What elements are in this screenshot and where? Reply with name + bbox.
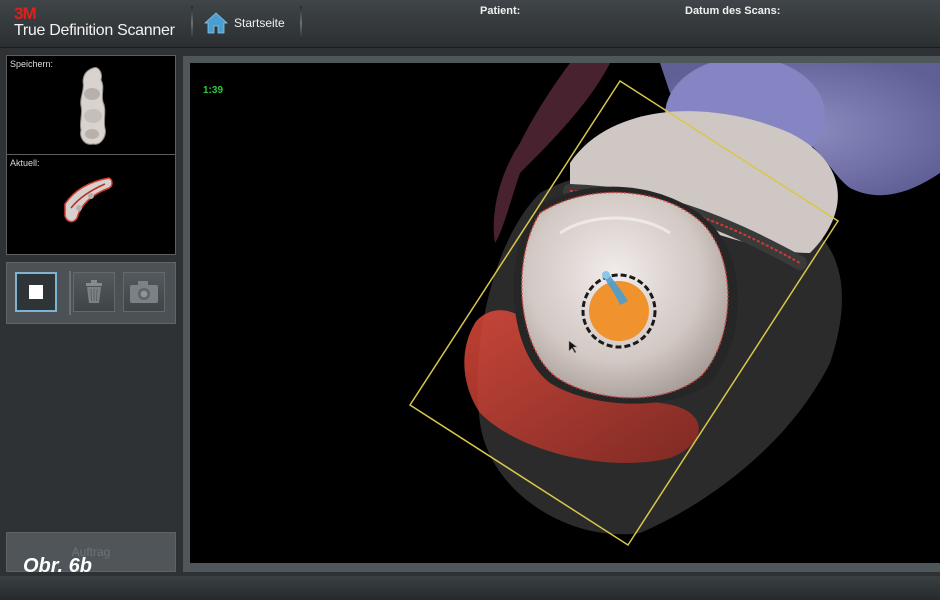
trash-icon	[86, 280, 102, 303]
patient-label: Patient:	[480, 5, 521, 17]
header-bar: 3M True Definition Scanner Startseite Pa…	[0, 0, 940, 48]
snapshot-button[interactable]	[123, 272, 165, 312]
current-scan-thumbnail	[64, 177, 113, 223]
home-button[interactable]: Startseite	[198, 6, 298, 40]
home-icon	[204, 12, 228, 34]
stop-button[interactable]	[15, 272, 57, 312]
toolbar-divider	[69, 271, 71, 315]
stop-icon	[29, 285, 43, 299]
delete-button[interactable]	[73, 272, 115, 312]
scan-thumbnails: Speichern: Aktuell:	[6, 55, 176, 255]
bottom-bar	[0, 576, 940, 600]
figure-caption: Obr. 6b	[23, 555, 92, 577]
scan-toolbar	[6, 262, 176, 324]
home-label: Startseite	[234, 16, 285, 30]
thumb-divider	[7, 154, 175, 155]
header-divider	[191, 6, 193, 40]
scan-date-label: Datum des Scans:	[685, 5, 781, 17]
scan-render	[408, 63, 940, 547]
saved-label: Speichern:	[10, 59, 54, 69]
product-title: True Definition Scanner	[14, 22, 175, 39]
scan-timer: 1:39	[203, 85, 224, 96]
scan-viewport[interactable]: 1:39	[190, 63, 940, 563]
brand-logo: 3M	[14, 4, 37, 23]
camera-icon	[130, 281, 158, 303]
saved-scan-thumbnail	[79, 67, 106, 145]
current-label: Aktuell:	[10, 158, 40, 168]
header-divider	[300, 6, 302, 40]
